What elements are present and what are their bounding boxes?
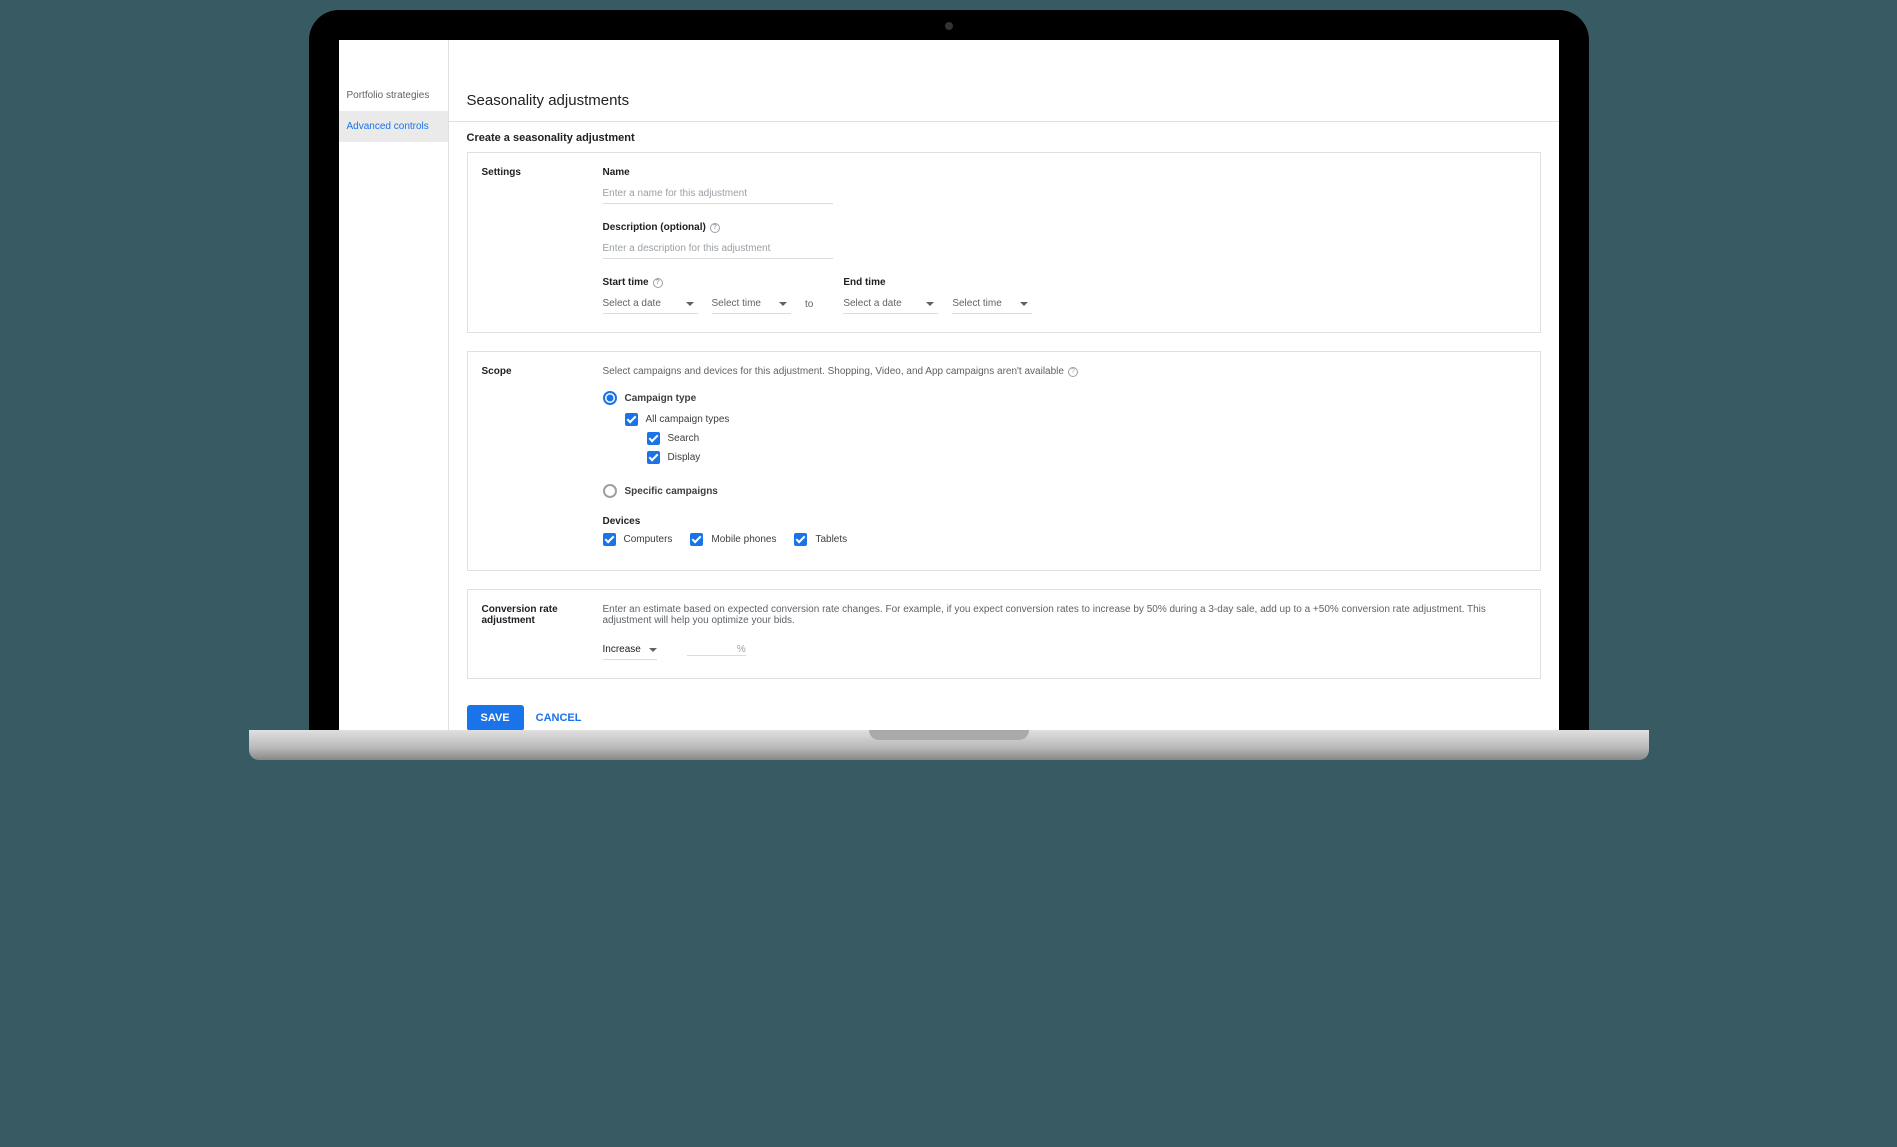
description-input[interactable] xyxy=(603,239,833,259)
tablets-checkbox[interactable] xyxy=(794,533,807,546)
laptop-frame: Portfolio strategies Advanced controls S… xyxy=(309,10,1589,730)
main-content: Seasonality adjustments Create a seasona… xyxy=(449,40,1559,730)
chevron-down-icon xyxy=(926,302,934,306)
rate-card: Conversion rate adjustment Enter an esti… xyxy=(467,589,1541,679)
sidebar-item-portfolio[interactable]: Portfolio strategies xyxy=(339,80,448,111)
scope-card: Scope Select campaigns and devices for t… xyxy=(467,351,1541,571)
help-icon[interactable]: ? xyxy=(653,278,663,288)
tablets-label: Tablets xyxy=(815,534,847,545)
end-time-label: End time xyxy=(843,277,1031,288)
to-label: to xyxy=(805,299,813,310)
rate-helper: Enter an estimate based on expected conv… xyxy=(603,604,1526,626)
display-label: Display xyxy=(668,452,701,463)
camera-icon xyxy=(945,22,953,30)
name-input[interactable] xyxy=(603,184,833,204)
laptop-base xyxy=(249,730,1649,760)
specific-campaigns-label: Specific campaigns xyxy=(625,486,718,497)
mobile-checkbox[interactable] xyxy=(690,533,703,546)
rate-label: Conversion rate adjustment xyxy=(482,604,593,626)
devices-label: Devices xyxy=(603,516,1526,527)
save-button[interactable]: SAVE xyxy=(467,705,524,730)
scope-label: Scope xyxy=(482,366,593,377)
start-time-select[interactable]: Select time xyxy=(712,294,791,314)
cancel-button[interactable]: CANCEL xyxy=(536,712,582,724)
rate-value-input[interactable] xyxy=(687,644,737,655)
all-types-label: All campaign types xyxy=(646,414,730,425)
chevron-down-icon xyxy=(649,648,657,652)
search-checkbox[interactable] xyxy=(647,432,660,445)
chevron-down-icon xyxy=(686,302,694,306)
chevron-down-icon xyxy=(1020,302,1028,306)
specific-campaigns-radio[interactable] xyxy=(603,484,617,498)
page-subtitle: Create a seasonality adjustment xyxy=(449,122,1559,152)
rate-direction-select[interactable]: Increase xyxy=(603,640,657,660)
app-screen: Portfolio strategies Advanced controls S… xyxy=(339,40,1559,730)
description-label: Description (optional) ? xyxy=(603,222,1526,233)
mobile-label: Mobile phones xyxy=(711,534,776,545)
all-types-checkbox[interactable] xyxy=(625,413,638,426)
chevron-down-icon xyxy=(779,302,787,306)
page-title: Seasonality adjustments xyxy=(449,80,1559,122)
actions-row: SAVE CANCEL xyxy=(449,697,1559,730)
name-label: Name xyxy=(603,167,1526,178)
help-icon[interactable]: ? xyxy=(710,223,720,233)
display-checkbox[interactable] xyxy=(647,451,660,464)
end-date-select[interactable]: Select a date xyxy=(843,294,938,314)
end-time-select[interactable]: Select time xyxy=(952,294,1031,314)
start-date-select[interactable]: Select a date xyxy=(603,294,698,314)
campaign-type-label: Campaign type xyxy=(625,393,697,404)
sidebar: Portfolio strategies Advanced controls xyxy=(339,40,449,730)
search-label: Search xyxy=(668,433,700,444)
settings-label: Settings xyxy=(482,167,593,178)
computers-label: Computers xyxy=(624,534,673,545)
sidebar-item-advanced[interactable]: Advanced controls xyxy=(339,111,448,142)
campaign-type-radio[interactable] xyxy=(603,391,617,405)
start-time-label: Start time ? xyxy=(603,277,814,288)
computers-checkbox[interactable] xyxy=(603,533,616,546)
scope-helper: Select campaigns and devices for this ad… xyxy=(603,366,1526,377)
help-icon[interactable]: ? xyxy=(1068,367,1078,377)
percent-symbol: % xyxy=(737,644,746,655)
settings-card: Settings Name Description (optional) ? xyxy=(467,152,1541,333)
